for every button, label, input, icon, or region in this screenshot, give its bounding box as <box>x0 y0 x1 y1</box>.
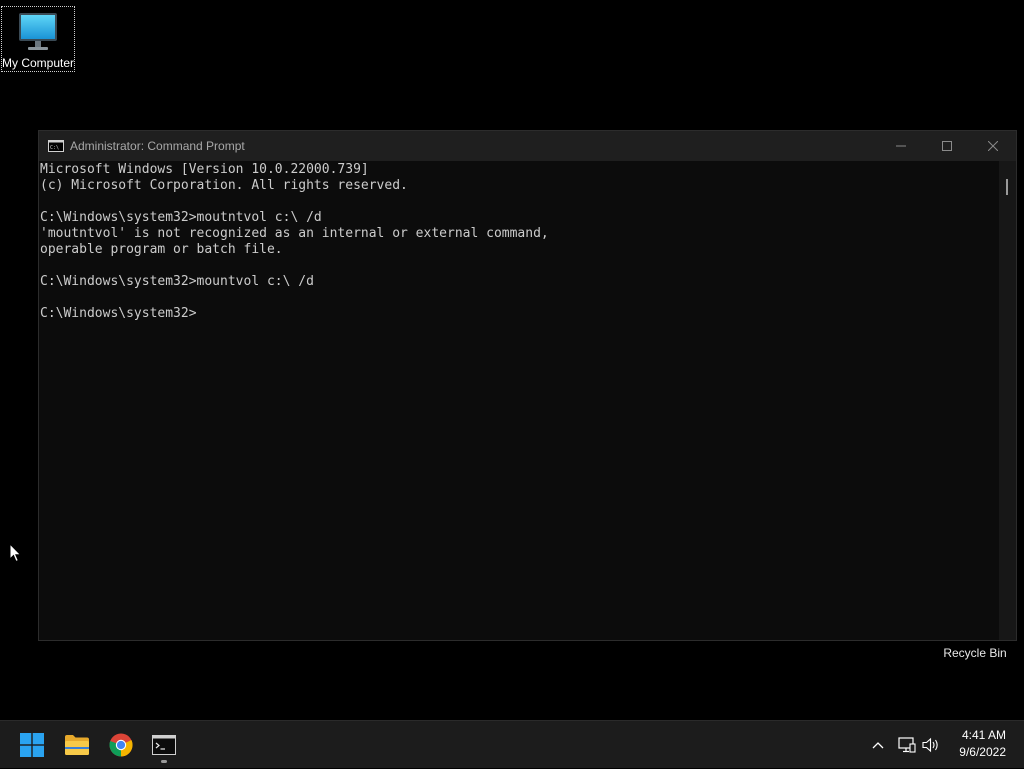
network-button[interactable] <box>895 721 919 769</box>
clock-time: 4:41 AM <box>961 728 1006 742</box>
console-icon: C:\ <box>48 140 64 152</box>
windows-start-icon <box>20 733 44 757</box>
close-button[interactable] <box>970 131 1016 161</box>
desktop-icon-recycle-bin[interactable]: Recycle Bin <box>940 646 1010 660</box>
minimize-icon <box>896 145 906 147</box>
maximize-button[interactable] <box>924 131 970 161</box>
monitor-icon <box>19 13 57 50</box>
desktop: My Computer Recycle Bin C:\ Administrato… <box>0 0 1024 720</box>
console-line: (c) Microsoft Corporation. All rights re… <box>40 178 408 193</box>
start-button[interactable] <box>12 725 52 765</box>
chevron-up-icon <box>872 742 884 749</box>
desktop-icon-label: My Computer <box>1 56 75 70</box>
window-titlebar[interactable]: C:\ Administrator: Command Prompt <box>39 131 1016 161</box>
taskbar: 4:41 AM 9/6/2022 <box>0 720 1024 768</box>
clock-date: 9/6/2022 <box>959 745 1006 759</box>
vertical-scrollbar[interactable] <box>999 161 1016 640</box>
chrome-icon <box>109 733 133 757</box>
taskbar-clock[interactable]: 4:41 AM 9/6/2022 <box>946 727 1006 761</box>
console-line: 'moutntvol' is not recognized as an inte… <box>40 226 549 241</box>
console-output[interactable]: Microsoft Windows [Version 10.0.22000.73… <box>39 161 999 640</box>
taskbar-chrome[interactable] <box>101 725 141 765</box>
volume-icon <box>922 737 938 753</box>
volume-button[interactable] <box>919 721 943 769</box>
console-icon <box>152 735 176 755</box>
taskbar-command-prompt[interactable] <box>144 725 184 765</box>
desktop-icon-my-computer[interactable]: My Computer <box>1 6 75 72</box>
window-controls <box>878 131 1016 161</box>
console-prompt-line[interactable]: C:\Windows\system32> <box>40 306 999 322</box>
minimize-button[interactable] <box>878 131 924 161</box>
desktop-icon-label: Recycle Bin <box>943 646 1007 660</box>
network-icon <box>898 737 916 753</box>
taskbar-file-explorer[interactable] <box>57 725 97 765</box>
console-line: operable program or batch file. <box>40 242 283 257</box>
command-prompt-window[interactable]: C:\ Administrator: Command Prompt Micros… <box>38 130 1017 641</box>
window-title: Administrator: Command Prompt <box>70 139 245 153</box>
svg-text:C:\: C:\ <box>50 145 59 151</box>
scrollbar-thumb[interactable] <box>1006 179 1008 195</box>
console-line: C:\Windows\system32>moutntvol c:\ /d <box>40 210 322 225</box>
folder-icon <box>65 735 89 755</box>
mouse-pointer-icon <box>9 543 22 563</box>
console-line: C:\Windows\system32>mountvol c:\ /d <box>40 274 314 289</box>
maximize-icon <box>942 141 952 151</box>
close-icon <box>988 141 998 151</box>
tray-overflow-button[interactable] <box>866 721 890 769</box>
console-line: Microsoft Windows [Version 10.0.22000.73… <box>40 162 369 177</box>
